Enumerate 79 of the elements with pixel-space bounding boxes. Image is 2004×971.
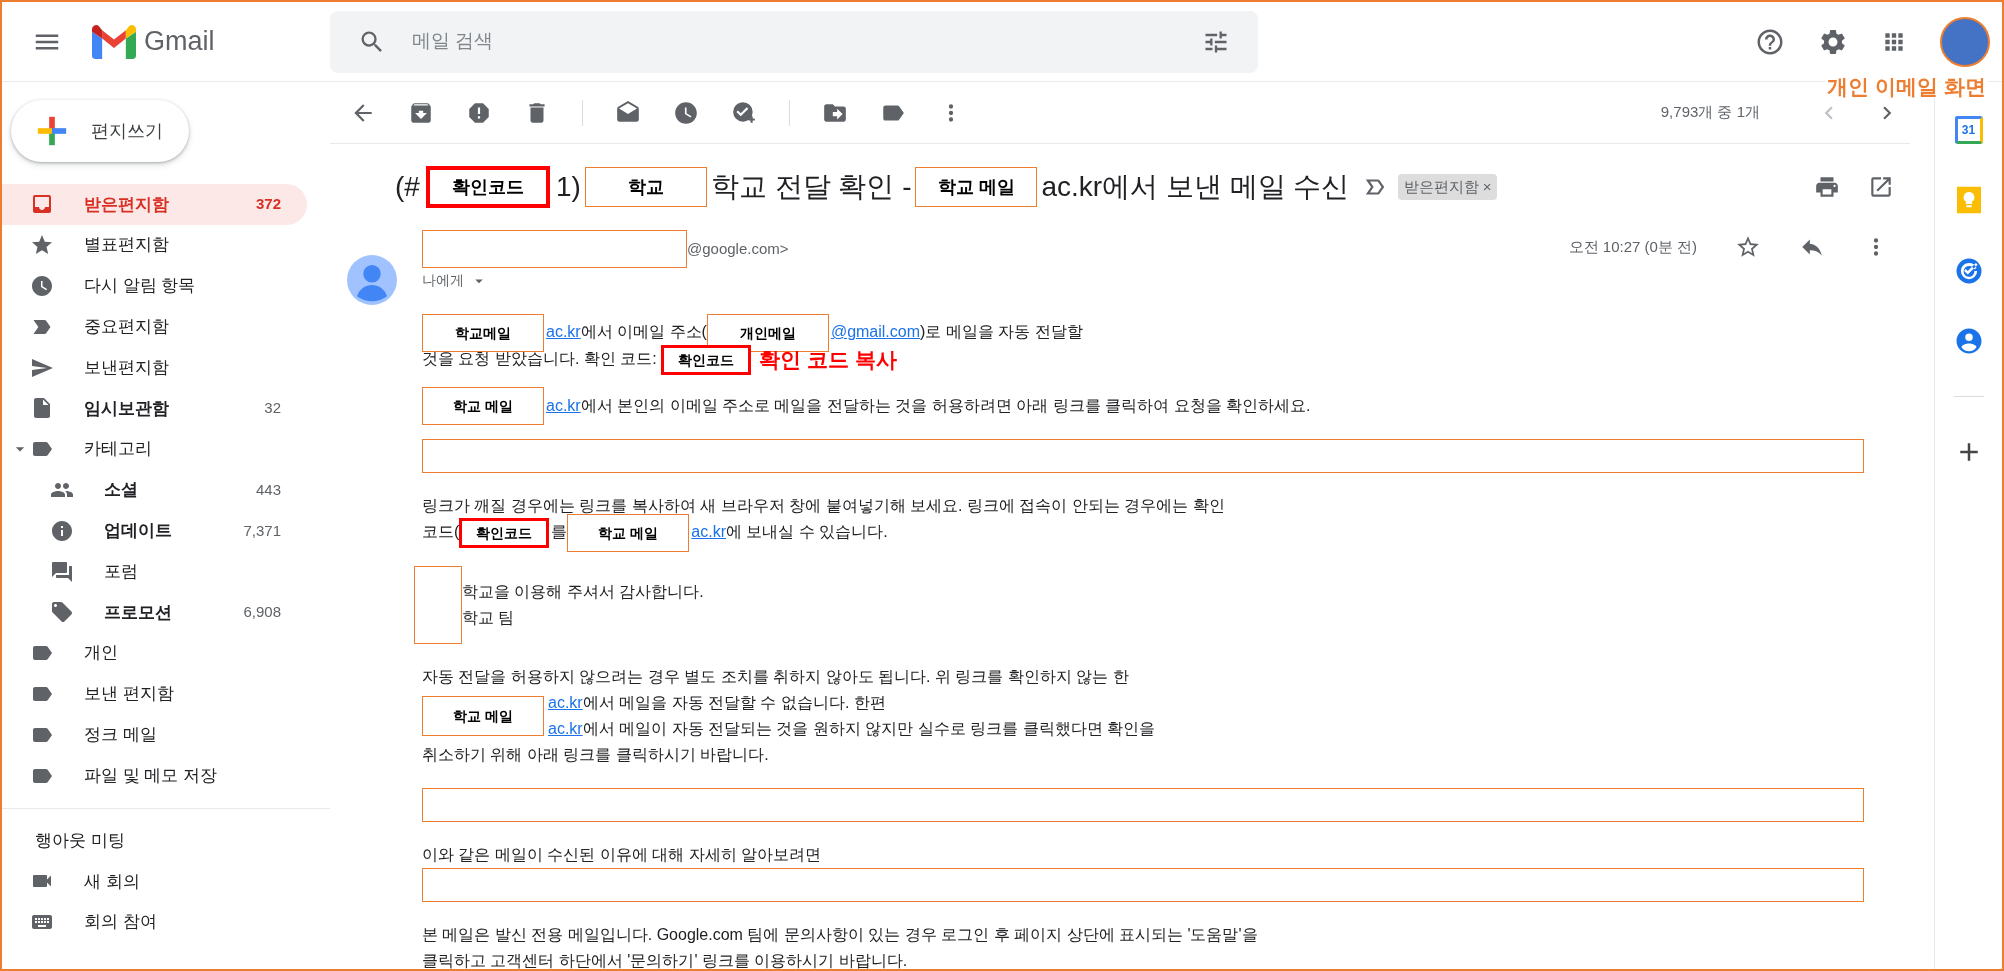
nav-item[interactable]: 프로모션 6,908 [2,591,307,633]
email-text: 코드( [422,523,460,541]
email-link[interactable]: ac.kr [691,523,726,541]
nav-item[interactable]: 소셜 443 [2,469,307,511]
code-highlight: 확인코드 [661,344,752,375]
email-text: 학교 팀 [462,609,515,627]
nav-item[interactable]: 다시 알림 항목 [2,265,307,307]
code-highlight: 확인코드 [459,518,550,549]
redaction-label: 학교 [584,167,707,207]
label-chip[interactable]: 받은편지함 × [1397,173,1498,201]
nav-item[interactable]: 카테고리 [2,428,307,470]
calendar-icon[interactable]: 31 [1954,116,1983,144]
email-text: )로 메일을 자동 전달할 [920,323,1083,340]
app-name: Gmail [144,25,215,59]
email-text: (# [395,170,420,204]
nav-item[interactable]: 개인 [2,632,307,674]
email-text: 링크가 깨질 경우에는 링크를 복사하여 새 브라우저 창에 붙여넣기해 보세요. 링크에 접속이 안되는 경우에는 확인 [422,497,1225,515]
nav-item[interactable]: 정크 메일 [2,714,307,756]
meet-item[interactable]: 회의 참여 [2,901,307,943]
email-text: 취소하기 위해 아래 링크를 클릭하시기 바랍니다. [422,746,769,764]
email-text: 자동 전달을 허용하지 않으려는 경우 별도 조치를 취하지 않아도 됩니다. 위 링크를 확인하지 않는 한 [422,668,1129,686]
section-title: 행아웃 미팅 [34,830,126,853]
redaction-label: 학교 메일 [915,167,1038,207]
add-task-icon[interactable] [731,99,757,126]
email-link[interactable]: ac.kr [546,323,581,340]
open-new-window-icon[interactable] [1868,174,1894,200]
email-link[interactable]: ac.kr [546,396,581,414]
nav-item[interactable]: 보낸 편지함 [2,673,307,715]
email-link[interactable]: ac.kr [548,694,583,712]
email-text: 에서 이메일 주소( [580,323,707,340]
redaction-label: 개인메일 [706,313,829,352]
message-counter: 9,793개 중 1개 [1660,102,1760,123]
nav-item[interactable]: 업데이트 7,371 [2,510,307,552]
person-avatar-icon [347,255,397,305]
chat-icon [50,559,74,584]
email-text: @google.com> [687,238,789,259]
meet-item[interactable]: 새 회의 [2,860,307,902]
envelope-logo-icon[interactable] [92,24,136,59]
nav-item[interactable]: 임시보관함 32 [2,388,307,429]
compose-button[interactable]: 편지쓰기 [11,100,189,162]
nav-item[interactable]: 파일 및 메모 저장 [2,755,307,796]
email-link[interactable]: @gmail.com [830,323,921,340]
clock-icon [30,274,54,298]
search-field[interactable]: 메일 검색 [330,10,1258,73]
email-text: 이와 같은 메일이 수신된 이유에 대해 자세히 알아보려면 [422,846,822,864]
email-text: 에서 메일이 자동 전달되는 것을 원하지 않지만 실수로 링크를 클릭했다면 확인을 [582,720,1156,738]
redaction-label: 학교 메일 [567,514,690,553]
tag-icon [50,600,74,625]
email-text: 에서 메일을 자동 전달할 수 없습니다. 한편 [582,694,886,712]
email-text: 를 [551,523,568,541]
email-text: 학교을 이용해 주셔서 감사합니다. [462,583,704,601]
search-input[interactable]: 메일 검색 [410,26,1178,57]
annotation-text: 개인 이메일 화면 [1825,76,1988,98]
redaction-label: 학교 메일 [422,696,544,737]
nav-item[interactable]: 별표편지함 [2,224,307,266]
email-text: 1) [555,170,581,204]
clock-icon[interactable] [673,99,699,126]
message-time: 오전 10:27 (0분 전) [1568,236,1697,257]
email-text: 본 메일은 발신 전용 메일입니다. Google.com 팀에 문의사항이 있는 경우 로그인 후 페이지 상단에 표시되는 '도움말'을 [422,926,1258,944]
nav-item[interactable]: 중요편지함 [2,306,307,348]
print-icon[interactable] [1814,174,1840,200]
code-highlight: 확인코드 [425,166,550,208]
email-text: 에 보내실 수 있습니다. [726,523,888,541]
redaction-label: 학교 메일 [422,387,544,426]
nav-item[interactable]: 받은편지함 372 [2,184,307,225]
plus-icon [35,114,69,148]
account-avatar[interactable] [1940,16,1990,67]
info-icon [50,518,74,543]
email-text: 것을 요청 받았습니다. 확인 코드: [422,349,658,367]
email-text: 에서 본인의 이메일 주소로 메일을 전달하는 것을 허용하려면 아래 링크를 클릭하여 요청을 확인하세요. [580,396,1311,414]
nav-item[interactable]: 포럼 [2,551,307,592]
nav-item[interactable]: 보낸편지함 [2,347,307,388]
redaction-label: 학교메일 [422,313,544,352]
star-icon[interactable] [1735,234,1761,260]
email-text: ac.kr에서 보낸 메일 수신 [1041,170,1350,204]
email-link[interactable]: ac.kr [548,720,583,738]
email-text: 클릭하고 고객센터 하단에서 '문의하기' 링크를 이용하시기 바랍니다. [422,952,908,969]
email-text: 학교 전달 확인 - [710,170,912,204]
recipient-text: 나에게 [422,271,464,290]
